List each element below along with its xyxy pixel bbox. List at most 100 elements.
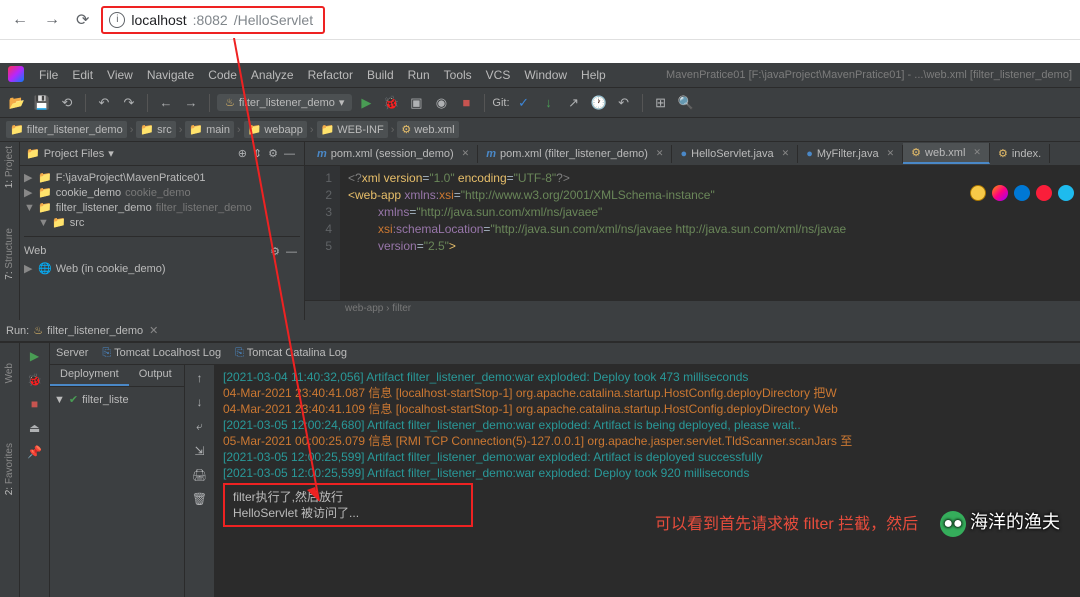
- close-icon[interactable]: ✕: [973, 147, 981, 158]
- tree-row[interactable]: ▶📁F:\javaProject\MavenPratice01: [24, 170, 300, 185]
- ie-icon[interactable]: [1058, 185, 1074, 201]
- dropdown-icon[interactable]: ▾: [108, 147, 114, 160]
- forward-button[interactable]: →: [40, 7, 64, 33]
- close-icon[interactable]: ✕: [149, 324, 158, 337]
- redo-icon[interactable]: ↷: [118, 92, 140, 114]
- breadcrumb-item[interactable]: 📁main: [185, 121, 234, 138]
- print-icon[interactable]: 🖨: [192, 468, 207, 482]
- close-icon[interactable]: ✕: [656, 148, 664, 159]
- pin-icon[interactable]: 📌: [27, 445, 42, 459]
- undo-icon[interactable]: ↶: [93, 92, 115, 114]
- console-output[interactable]: [2021-03-04 11:40:32,056] Artifact filte…: [215, 365, 1080, 597]
- tree-row[interactable]: ▼📁filter_listener_demo filter_listener_d…: [24, 200, 300, 215]
- exit-icon[interactable]: ⏏: [29, 421, 40, 435]
- close-icon[interactable]: ✕: [782, 148, 790, 159]
- menu-vcs[interactable]: VCS: [481, 66, 516, 84]
- breadcrumb-item[interactable]: 📁src: [136, 121, 175, 138]
- tree-row[interactable]: ▶🌐Web (in cookie_demo): [24, 261, 300, 276]
- menu-file[interactable]: File: [34, 66, 63, 84]
- gear-icon[interactable]: ⚙: [267, 246, 283, 258]
- up-icon[interactable]: ↑: [197, 371, 203, 385]
- debug-icon[interactable]: 🐞: [380, 92, 402, 114]
- tree-row[interactable]: ▼📁src: [24, 215, 300, 230]
- structure-icon[interactable]: ⊞: [650, 92, 672, 114]
- menu-tools[interactable]: Tools: [439, 66, 477, 84]
- editor-tab[interactable]: ⚙web.xml✕: [903, 143, 990, 164]
- reload-button[interactable]: ⟳: [72, 6, 93, 34]
- menu-edit[interactable]: Edit: [67, 66, 98, 84]
- run-config-selector[interactable]: ♨ filter_listener_demo ▾: [217, 94, 352, 111]
- opera-icon[interactable]: [1036, 185, 1052, 201]
- sync-icon[interactable]: ⟲: [56, 92, 78, 114]
- run-tab-catalina[interactable]: ⎘ Tomcat Catalina Log: [235, 347, 347, 360]
- collapse-icon[interactable]: ▼: [38, 217, 48, 229]
- back-button[interactable]: ←: [8, 7, 32, 33]
- scroll-icon[interactable]: ⇲: [194, 444, 204, 458]
- gear-icon[interactable]: ⚙: [265, 148, 281, 160]
- edge-icon[interactable]: [1014, 185, 1030, 201]
- back-icon[interactable]: ←: [155, 92, 177, 114]
- menu-window[interactable]: Window: [519, 66, 572, 84]
- down-icon[interactable]: ↓: [197, 395, 203, 409]
- breadcrumb-item[interactable]: 📁webapp: [244, 121, 307, 138]
- collapse-icon[interactable]: ▼: [24, 202, 34, 214]
- wrap-icon[interactable]: ⤶: [196, 419, 203, 434]
- git-push-icon[interactable]: ↗: [563, 92, 585, 114]
- menu-build[interactable]: Build: [362, 66, 399, 84]
- web-tool-tab[interactable]: Web: [4, 363, 15, 383]
- menu-refactor[interactable]: Refactor: [303, 66, 358, 84]
- site-info-icon[interactable]: i: [109, 12, 125, 28]
- favorites-tool-tab[interactable]: 2: Favorites: [4, 443, 15, 495]
- expand-icon[interactable]: ▼: [54, 394, 65, 406]
- editor-tab[interactable]: mpom.xml (filter_listener_demo)✕: [478, 145, 672, 163]
- tree-row[interactable]: ▶📁cookie_demo cookie_demo: [24, 185, 300, 200]
- editor-tab[interactable]: ●HelloServlet.java✕: [672, 145, 798, 163]
- search-icon[interactable]: 🔍: [675, 92, 697, 114]
- stop-icon[interactable]: ■: [455, 92, 477, 114]
- editor-tab[interactable]: ⚙index.: [990, 144, 1050, 163]
- profiler-icon[interactable]: ◉: [430, 92, 452, 114]
- firefox-icon[interactable]: [992, 185, 1008, 201]
- clear-icon[interactable]: 🗑: [192, 492, 207, 506]
- breadcrumb-item[interactable]: ⚙web.xml: [397, 121, 458, 138]
- code-content[interactable]: <?xml version="1.0" encoding="UTF-8"?> <…: [340, 166, 1080, 300]
- git-history-icon[interactable]: 🕐: [588, 92, 610, 114]
- breadcrumb-item[interactable]: 📁filter_listener_demo: [6, 121, 127, 138]
- address-bar[interactable]: i localhost:8082/HelloServlet: [101, 6, 325, 34]
- close-icon[interactable]: ✕: [887, 148, 895, 159]
- menu-analyze[interactable]: Analyze: [246, 66, 299, 84]
- expand-icon[interactable]: ▶: [24, 262, 34, 275]
- breadcrumb-item[interactable]: 📁WEB-INF: [317, 121, 388, 138]
- run-tab-server[interactable]: Server: [56, 347, 88, 360]
- git-commit-icon[interactable]: ↓: [538, 92, 560, 114]
- hide-icon[interactable]: —: [281, 148, 298, 160]
- git-rollback-icon[interactable]: ↶: [613, 92, 635, 114]
- menu-view[interactable]: View: [102, 66, 138, 84]
- editor-tab[interactable]: ●MyFilter.java✕: [798, 145, 903, 163]
- git-update-icon[interactable]: ✓: [513, 92, 535, 114]
- editor-breadcrumb[interactable]: web-app › filter: [305, 300, 1080, 320]
- forward-icon[interactable]: →: [180, 92, 202, 114]
- expand-icon[interactable]: ▶: [24, 186, 34, 199]
- close-icon[interactable]: ✕: [462, 148, 470, 159]
- run-tab-localhost[interactable]: ⎘ Tomcat Localhost Log: [102, 347, 221, 360]
- editor-tab[interactable]: mpom.xml (session_demo)✕: [309, 145, 478, 163]
- coverage-icon[interactable]: ▣: [405, 92, 427, 114]
- deployment-item[interactable]: ▼✔filter_liste: [50, 387, 184, 412]
- expand-icon[interactable]: ▶: [24, 171, 34, 184]
- open-icon[interactable]: 📂: [6, 92, 28, 114]
- rerun-icon[interactable]: ▶: [30, 349, 39, 363]
- menu-code[interactable]: Code: [203, 66, 242, 84]
- deployment-tab[interactable]: Deployment: [50, 365, 129, 386]
- menu-navigate[interactable]: Navigate: [142, 66, 199, 84]
- stop-icon[interactable]: ■: [31, 397, 38, 411]
- code-editor[interactable]: 12345 <?xml version="1.0" encoding="UTF-…: [305, 166, 1080, 300]
- run-icon[interactable]: ▶: [355, 92, 377, 114]
- structure-tool-tab[interactable]: 7: Structure: [4, 228, 15, 280]
- output-tab[interactable]: Output: [129, 365, 182, 386]
- collapse-icon[interactable]: ⇕: [250, 148, 265, 160]
- menu-help[interactable]: Help: [576, 66, 611, 84]
- target-icon[interactable]: ⊕: [235, 148, 250, 160]
- hide-icon[interactable]: —: [283, 246, 300, 258]
- save-icon[interactable]: 💾: [31, 92, 53, 114]
